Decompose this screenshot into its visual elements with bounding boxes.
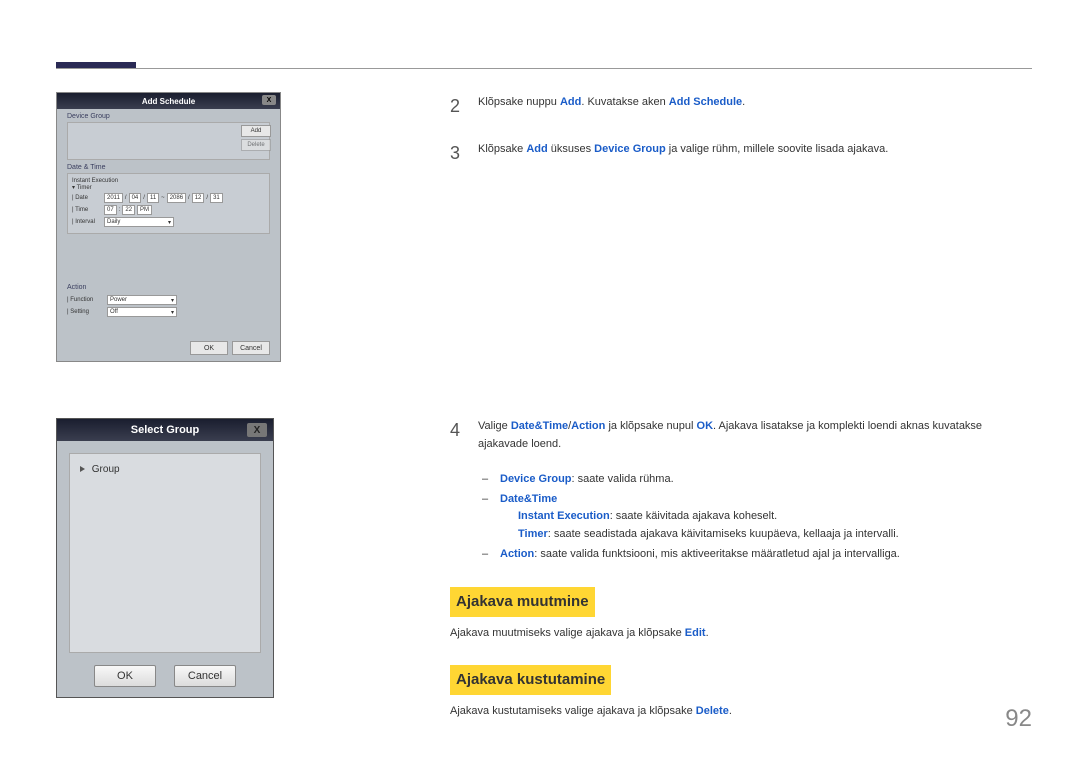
date-mon2: 12 bbox=[192, 193, 205, 203]
ok-button: OK bbox=[190, 341, 228, 355]
tree-arrow-icon bbox=[80, 466, 85, 472]
step-number: 3 bbox=[450, 139, 464, 168]
time-label: | Time bbox=[72, 207, 102, 213]
time-ampm: PM bbox=[137, 205, 152, 215]
keyword-edit: Edit bbox=[685, 627, 706, 639]
device-group-area: Add Delete bbox=[67, 122, 270, 160]
interval-select: Daily▾ bbox=[104, 217, 174, 227]
tree-root-label: Group bbox=[92, 464, 120, 475]
date-day2: 31 bbox=[210, 193, 223, 203]
cancel-button: Cancel bbox=[174, 665, 236, 687]
keyword-add: Add bbox=[560, 96, 581, 108]
section-deleting: Ajakava kustutamine Ajakava kustutamisek… bbox=[450, 643, 1032, 721]
dialog-footer: OK Cancel bbox=[190, 341, 270, 355]
keyword-instant-execution: Instant Execution bbox=[518, 510, 610, 522]
cancel-button: Cancel bbox=[232, 341, 270, 355]
add-schedule-dialog-screenshot: Add Schedule X Device Group Add Delete D… bbox=[56, 92, 281, 362]
content-column: 2 Klõpsake nuppu Add. Kuvatakse aken Add… bbox=[450, 92, 1032, 186]
step-text: Valige Date&Time/Action ja klõpsake nupu… bbox=[478, 416, 1032, 453]
heading-edit-schedule: Ajakava muutmine bbox=[450, 587, 595, 617]
keyword-ok: OK bbox=[697, 420, 714, 432]
keyword-add: Add bbox=[526, 143, 547, 155]
edit-schedule-text: Ajakava muutmiseks valige ajakava ja klõ… bbox=[450, 625, 1032, 643]
sub-list: ‒ Device Group: saate valida rühma. ‒ Da… bbox=[482, 471, 1032, 563]
sub-instant-execution: Instant Execution: saate käivitada ajaka… bbox=[518, 508, 899, 526]
function-select: Power▾ bbox=[107, 295, 177, 305]
device-group-label: Device Group bbox=[67, 113, 280, 120]
action-panel: | Function Power▾ | Setting Off▾ bbox=[67, 295, 270, 317]
step-number: 2 bbox=[450, 92, 464, 121]
date-day1: 11 bbox=[147, 193, 159, 203]
sub-datetime: ‒ Date&Time Instant Execution: saate käi… bbox=[482, 491, 1032, 544]
date-year1: 2011 bbox=[104, 193, 123, 203]
step-4-block: 4 Valige Date&Time/Action ja klõpsake nu… bbox=[450, 416, 1032, 720]
function-label: | Function bbox=[67, 297, 103, 303]
left-column: Add Schedule X Device Group Add Delete D… bbox=[56, 92, 281, 698]
keyword-device-group: Device Group bbox=[500, 473, 572, 485]
time-h: 07 bbox=[104, 205, 117, 215]
step-3: 3 Klõpsake Add üksuses Device Group ja v… bbox=[450, 139, 1032, 168]
date-mon1: 04 bbox=[129, 193, 142, 203]
step-2: 2 Klõpsake nuppu Add. Kuvatakse aken Add… bbox=[450, 92, 1032, 121]
timer-label: ▾ Timer bbox=[72, 184, 265, 191]
setting-label: | Setting bbox=[67, 309, 103, 315]
dialog-titlebar: Add Schedule X bbox=[57, 93, 280, 109]
sub-timer: Timer: saate seadistada ajakava käivitam… bbox=[518, 526, 899, 544]
time-m: 22 bbox=[122, 205, 135, 215]
datetime-label: Date & Time bbox=[67, 164, 280, 171]
keyword-datetime: Date&Time bbox=[511, 420, 568, 432]
keyword-timer: Timer bbox=[518, 528, 548, 540]
select-group-footer: OK Cancel bbox=[57, 665, 273, 687]
date-row: | Date 2011/ 04/ 11 ~ 2086/ 12/ 31 bbox=[72, 193, 265, 203]
section-editing: Ajakava muutmine Ajakava muutmiseks vali… bbox=[450, 565, 1032, 643]
keyword-action: Action bbox=[571, 420, 605, 432]
keyword-delete: Delete bbox=[696, 705, 729, 717]
select-group-title: Select Group bbox=[131, 424, 199, 436]
close-icon: X bbox=[247, 423, 267, 437]
add-button-mini: Add bbox=[241, 125, 271, 137]
header-divider bbox=[56, 68, 1032, 69]
interval-label: | Interval bbox=[72, 219, 102, 225]
step-text: Klõpsake Add üksuses Device Group ja val… bbox=[478, 139, 1032, 168]
setting-select: Off▾ bbox=[107, 307, 177, 317]
heading-delete-schedule: Ajakava kustutamine bbox=[450, 665, 611, 695]
select-group-body: Group bbox=[69, 453, 261, 653]
step-text: Klõpsake nuppu Add. Kuvatakse aken Add S… bbox=[478, 92, 1032, 121]
page-number: 92 bbox=[1005, 705, 1032, 733]
step-4: 4 Valige Date&Time/Action ja klõpsake nu… bbox=[450, 416, 1032, 453]
interval-row: | Interval Daily▾ bbox=[72, 217, 265, 227]
sub-action: ‒ Action: saate valida funktsiooni, mis … bbox=[482, 546, 1032, 564]
function-row: | Function Power▾ bbox=[67, 295, 270, 305]
keyword-add-schedule: Add Schedule bbox=[669, 96, 742, 108]
date-year2: 2086 bbox=[167, 193, 186, 203]
keyword-datetime: Date&Time bbox=[500, 493, 557, 505]
delete-button-mini: Delete bbox=[241, 139, 271, 151]
date-label: | Date bbox=[72, 195, 102, 201]
date-to: ~ bbox=[161, 195, 165, 201]
select-group-dialog-screenshot: Select Group X Group OK Cancel bbox=[56, 418, 274, 698]
setting-row: | Setting Off▾ bbox=[67, 307, 270, 317]
sub-device-group: ‒ Device Group: saate valida rühma. bbox=[482, 471, 1032, 489]
datetime-panel: Instant Execution ▾ Timer | Date 2011/ 0… bbox=[67, 173, 270, 234]
keyword-device-group: Device Group bbox=[594, 143, 666, 155]
step-number: 4 bbox=[450, 416, 464, 453]
time-row: | Time 07: 22 PM bbox=[72, 205, 265, 215]
select-group-titlebar: Select Group X bbox=[57, 419, 273, 441]
dialog-title: Add Schedule bbox=[142, 97, 195, 106]
ok-button: OK bbox=[94, 665, 156, 687]
action-label: Action bbox=[67, 284, 280, 291]
delete-schedule-text: Ajakava kustutamiseks valige ajakava ja … bbox=[450, 703, 1032, 721]
close-icon: X bbox=[262, 95, 276, 105]
keyword-action: Action bbox=[500, 548, 534, 560]
